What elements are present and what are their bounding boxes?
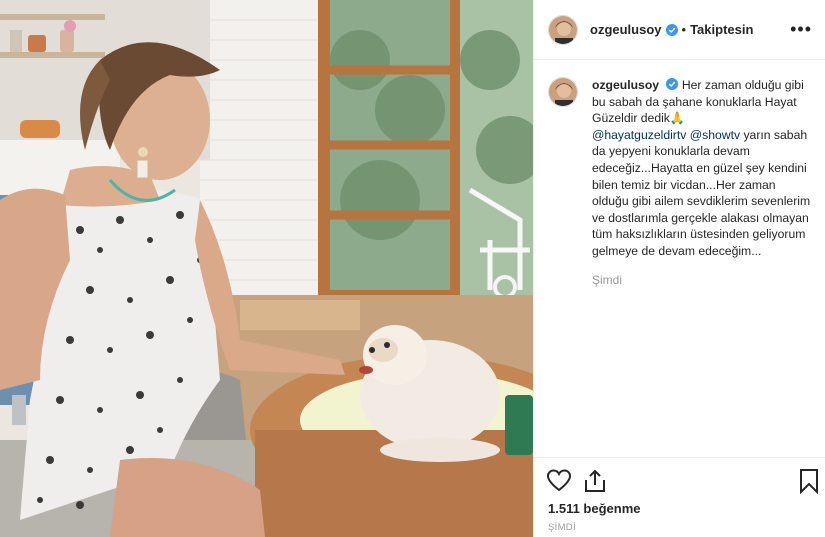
header-username[interactable]: ozgeulusoy: [590, 22, 662, 37]
likes-count[interactable]: 1.511 beğenme: [548, 501, 641, 516]
follow-status-button[interactable]: Takiptesin: [690, 22, 753, 37]
more-options-icon[interactable]: •••: [790, 20, 812, 38]
mention-hayatguzeldirtv[interactable]: @hayatguzeldirtv: [592, 128, 686, 142]
verified-badge-icon: [665, 23, 678, 36]
post-image: [0, 0, 533, 537]
avatar[interactable]: [548, 14, 578, 45]
post-timestamp: ŞİMDİ: [548, 522, 576, 533]
mention-showtv[interactable]: @showtv: [690, 128, 740, 142]
post-sidebar: ozgeulusoy • Takiptesin ••• ozgeulusoy H…: [533, 0, 825, 537]
action-bar: 1.511 beğenme ŞİMDİ: [534, 457, 825, 537]
caption-username[interactable]: ozgeulusoy: [592, 78, 659, 92]
caption: ozgeulusoy Her zaman olduğu gibi bu saba…: [548, 77, 812, 288]
post-header: ozgeulusoy • Takiptesin •••: [534, 0, 825, 60]
caption-avatar[interactable]: [548, 77, 578, 107]
bookmark-icon[interactable]: [796, 468, 822, 494]
separator-dot: •: [681, 22, 687, 37]
caption-text: ozgeulusoy Her zaman olduğu gibi bu saba…: [592, 77, 812, 288]
caption-line-2: yarın sabah da yepyeni konuklarla devam …: [592, 127, 811, 258]
verified-badge-icon: [666, 78, 679, 90]
share-icon[interactable]: [582, 468, 608, 494]
caption-time: Şimdi: [592, 272, 623, 287]
heart-icon[interactable]: [546, 468, 572, 494]
comments-section: ozgeulusoy Her zaman olduğu gibi bu saba…: [534, 61, 825, 456]
post-photo[interactable]: [0, 0, 533, 537]
